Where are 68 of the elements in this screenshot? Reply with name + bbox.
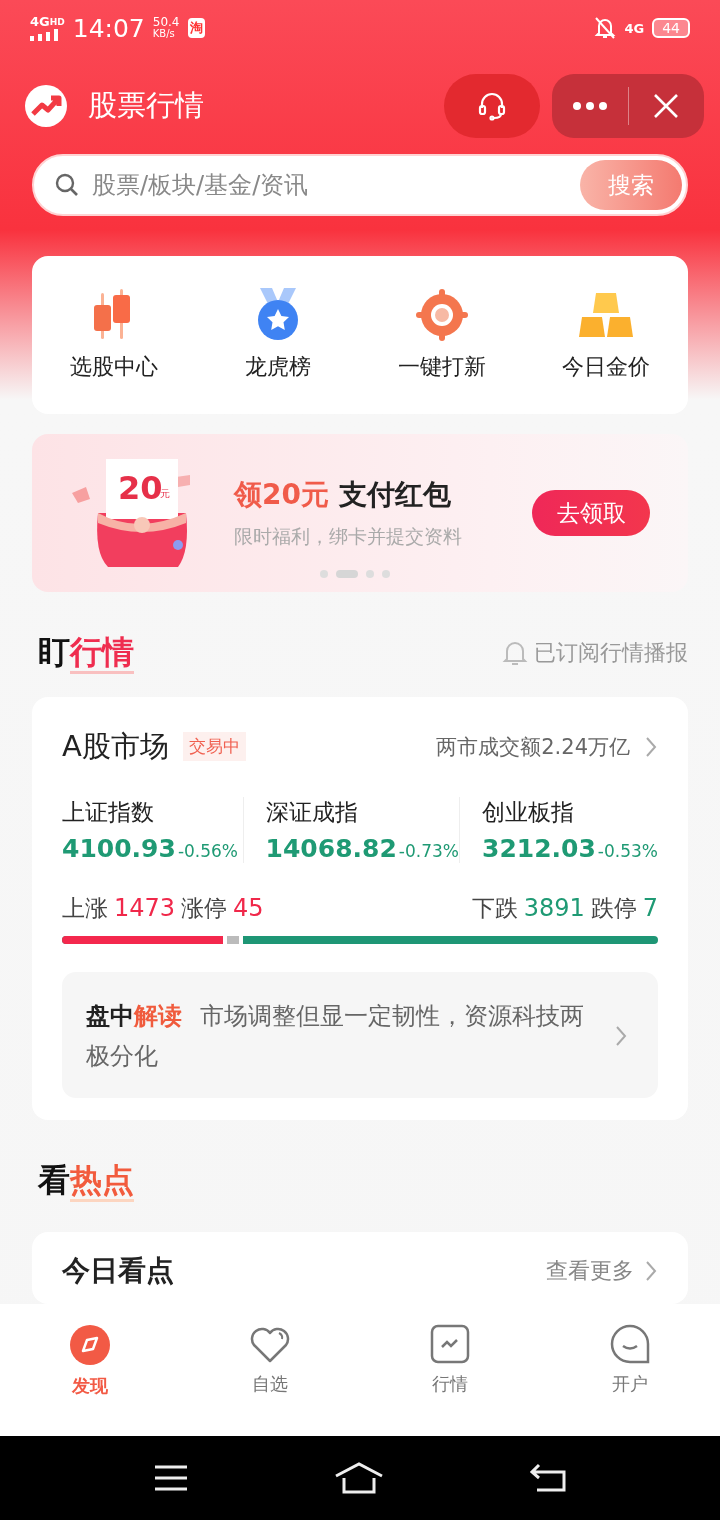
index-value: 4100.93 [62,833,176,863]
index-change: -0.53% [597,840,658,861]
subscribe-link[interactable]: 已订阅行情播报 [534,638,688,669]
banner-title: 领20元 支付红包 [234,477,452,514]
bell-icon [502,639,528,668]
index-change: -0.56% [177,840,238,861]
tab-bar-item[interactable]: 开户 [540,1304,720,1436]
stat-label: 下跌 [471,893,518,923]
hd-label: HD [49,16,65,27]
index-value: 3212.03 [482,833,596,863]
unit-label: 元 [160,488,170,502]
card-title: 今日看点 [62,1253,174,1289]
battery-indicator: 44 [652,18,690,38]
chevron-right-icon [644,1259,658,1283]
section-title: 盯行情 [38,631,134,676]
turnover-link[interactable]: 两市成交额2.24万亿 [436,732,630,761]
carousel-dot[interactable] [382,570,390,579]
stat-label: 上涨 [62,893,108,923]
claim-button[interactable]: 去领取 [532,490,650,537]
shortcut-label[interactable]: 龙虎榜 [245,352,311,382]
bell-off-icon [594,16,617,40]
cell-label: 4G [624,20,645,36]
speed-unit: KB/s [152,28,176,40]
search-icon [54,172,80,198]
signal-icon [30,28,60,41]
promo-banner[interactable]: 20元 领20元 支付红包 限时福利，绑卡并提交资料 去领取 [32,434,688,593]
back-icon[interactable] [529,1463,568,1493]
medal-icon [256,288,300,342]
tab-bar-item[interactable]: 自选 [180,1304,360,1436]
banner-subtitle: 限时福利，绑卡并提交资料 [234,524,463,550]
insight-text: 盘中解读 市场调整但显一定韧性，资源科技两极分化 [86,1000,584,1072]
menu-icon[interactable] [152,1464,189,1492]
tab-bar-item[interactable]: 行情 [360,1304,540,1436]
app-badge: 淘 [187,18,205,38]
shortcut-label[interactable]: 今日金价 [562,352,650,382]
carousel-dot[interactable] [320,570,328,579]
chart-icon [430,1324,470,1364]
more-icon [571,101,608,111]
tab-bar-item[interactable]: 发现 [0,1304,180,1436]
stat-value: 1473 [114,893,176,922]
shortcut-label[interactable]: 选股中心 [70,352,158,382]
stat-label: 跌停 [590,893,637,923]
index-value: 14068.82 [265,833,397,863]
close-icon [652,92,681,120]
more-link[interactable]: 查看更多 [546,1256,634,1286]
index-name: 深证成指 [265,797,359,827]
section-title: 看热点 [38,1158,134,1203]
stat-value: 45 [233,893,264,922]
stat-label: 涨停 [181,893,228,923]
chat-bubble-icon [610,1324,650,1364]
speed-value: 50.4 [152,16,180,28]
compass-icon [69,1324,111,1366]
shortcut-label[interactable]: 一键打新 [398,352,486,382]
index-name: 创业板指 [482,797,575,827]
app-logo-icon [24,84,68,128]
page-title: 股票行情 [88,87,205,124]
network-label: 4G [30,13,50,29]
carousel-dot[interactable] [366,570,374,579]
target-icon [416,288,468,342]
index-change: -0.73% [398,840,459,861]
status-tag: 交易中 [182,732,246,762]
stat-value: 3891 [523,893,585,922]
stat-value: 7 [642,893,658,922]
home-icon[interactable] [334,1462,384,1494]
insight-card[interactable]: 盘中解读 市场调整但显一定韧性，资源科技两极分化 [62,971,658,1098]
index-name: 上证指数 [62,797,155,827]
market-title: A股市场 [62,727,169,765]
clock: 14:07 [72,13,145,43]
